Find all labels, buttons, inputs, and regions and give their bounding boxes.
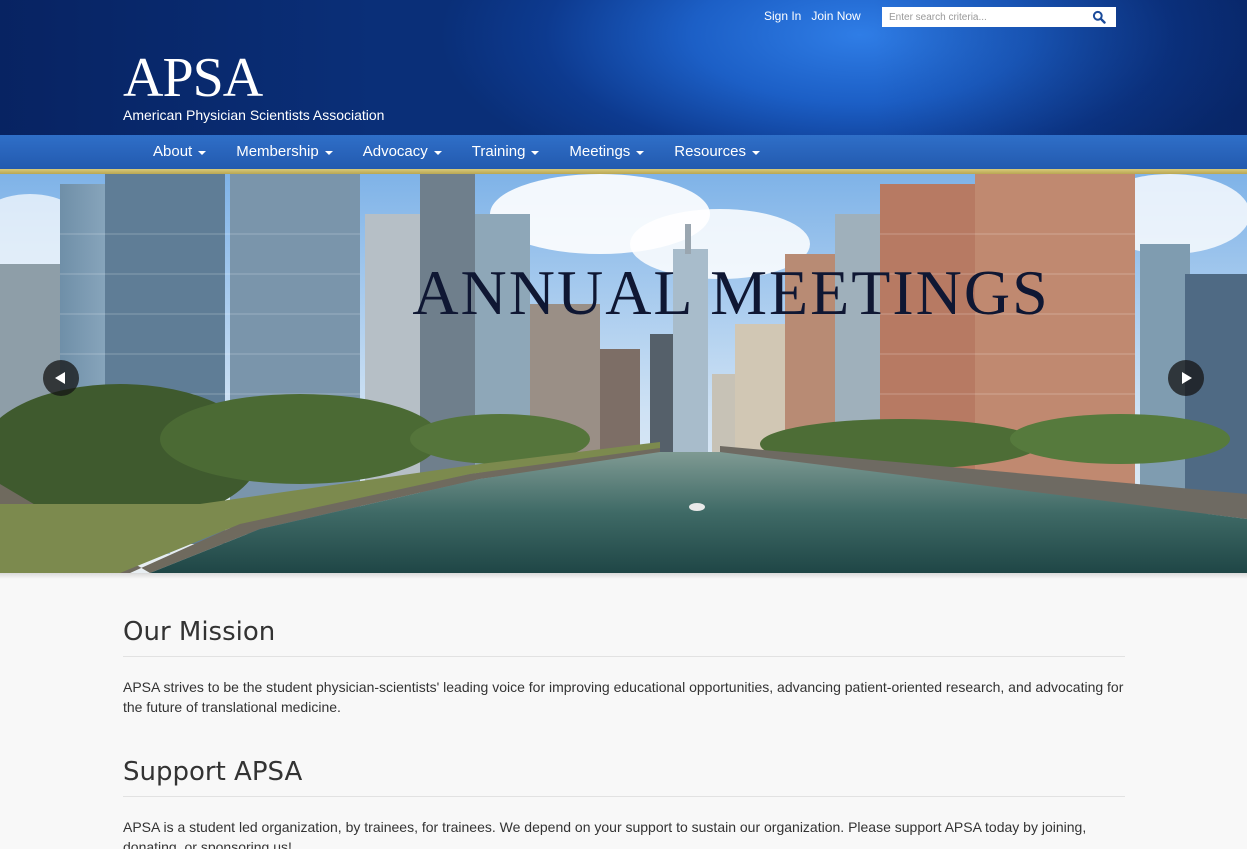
nav-item-resources[interactable]: Resources (659, 135, 775, 169)
account-links: Sign In Join Now (764, 9, 861, 23)
caret-down-icon (198, 151, 207, 155)
main-nav: About Membership Advocacy Training Meeti… (0, 135, 1247, 169)
mission-section: Our Mission APSA strives to be the stude… (123, 617, 1125, 717)
caret-down-icon (433, 151, 442, 155)
support-text: APSA is a student led organization, by t… (123, 819, 1087, 849)
main-content: Our Mission APSA strives to be the stude… (123, 617, 1125, 849)
search-icon[interactable] (1092, 10, 1106, 24)
support-heading: Support APSA (123, 757, 1125, 797)
carousel-next-button[interactable] (1168, 360, 1204, 396)
logo-mark: APSA (123, 47, 263, 109)
site-header: Sign In Join Now APSA American Physician… (0, 0, 1247, 135)
nav-item-meetings[interactable]: Meetings (554, 135, 659, 169)
nav-item-advocacy[interactable]: Advocacy (348, 135, 457, 169)
support-section: Support APSA APSA is a student led organ… (123, 757, 1125, 849)
caret-down-icon (324, 151, 333, 155)
caret-down-icon (752, 151, 760, 155)
hero-image (0, 174, 1247, 573)
caret-down-icon (636, 151, 645, 155)
logo-subtitle: American Physician Scientists Associatio… (123, 107, 385, 123)
nav-item-about[interactable]: About (138, 135, 221, 169)
search-input[interactable] (882, 8, 1082, 26)
hero-carousel: ANNUAL MEETINGS (0, 174, 1247, 573)
join-now-link[interactable]: Join Now (811, 9, 860, 23)
sign-in-link[interactable]: Sign In (764, 9, 801, 23)
hero-title: ANNUAL MEETINGS (412, 257, 1050, 328)
caret-down-icon (531, 151, 540, 155)
hero-shadow (0, 573, 1247, 579)
site-logo[interactable]: APSA American Physician Scientists Assoc… (123, 47, 385, 123)
mission-heading: Our Mission (123, 617, 1125, 657)
mission-text: APSA strives to be the student physician… (123, 679, 1124, 715)
search-box (882, 7, 1116, 27)
nav-item-training[interactable]: Training (457, 135, 555, 169)
carousel-prev-button[interactable] (43, 360, 79, 396)
nav-item-membership[interactable]: Membership (221, 135, 348, 169)
